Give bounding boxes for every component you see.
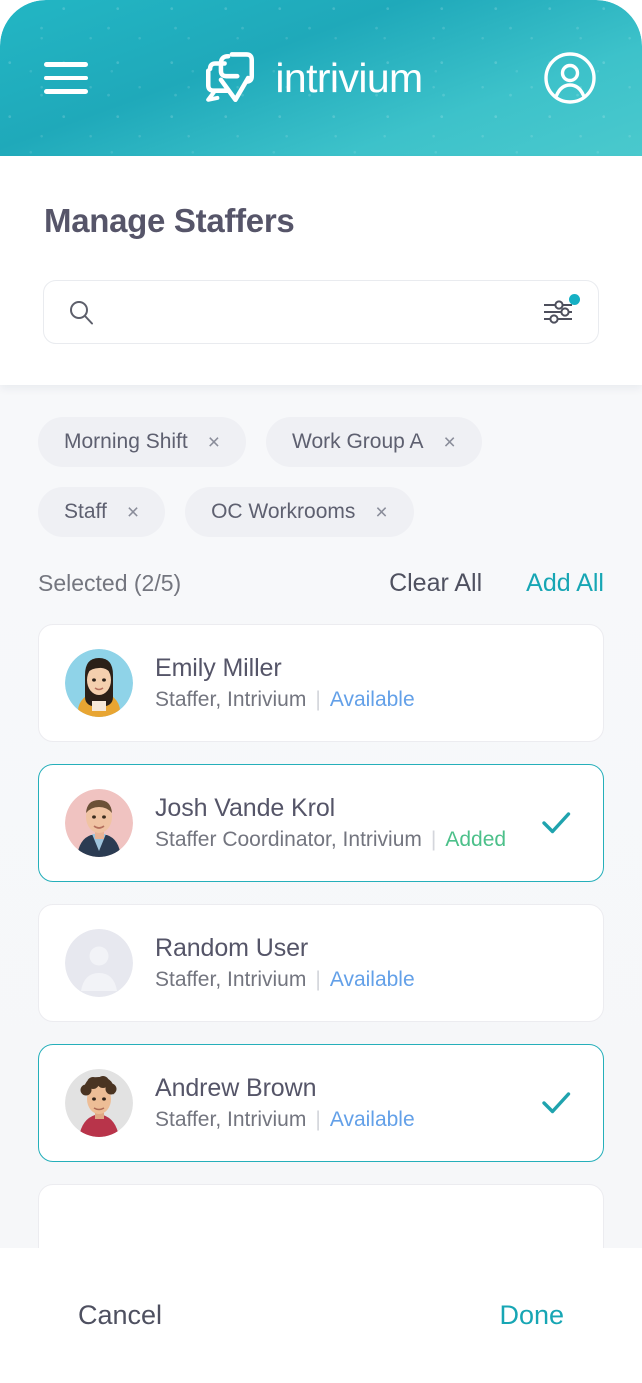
staffer-role: Staffer, Intrivium (155, 1108, 307, 1131)
brand-logo: intrivium (82, 49, 542, 107)
staffer-meta: Staffer, Intrivium | Available (155, 688, 415, 712)
selection-actions: Clear All Add All (389, 569, 604, 598)
avatar (65, 929, 133, 997)
staffer-meta: Staffer, Intrivium | Available (155, 968, 415, 992)
user-circle-icon[interactable] (542, 50, 598, 106)
meta-separator: | (430, 828, 437, 851)
filter-chip-label: Work Group A (292, 430, 424, 453)
status-badge: Available (329, 968, 415, 991)
footer-action-bar: Cancel Done (0, 1248, 642, 1383)
meta-separator: | (315, 688, 321, 711)
add-all-button[interactable]: Add All (526, 569, 604, 598)
brand-name: intrivium (275, 54, 423, 101)
staffer-name: Emily Miller (155, 654, 282, 682)
status-badge: Added (445, 828, 507, 851)
filter-chip[interactable]: Morning Shift × (38, 417, 246, 467)
meta-separator: | (315, 968, 321, 991)
staffer-info: Andrew Brown Staffer, Intrivium | Availa… (155, 1074, 415, 1132)
staffer-info: Josh Vande Krol Staffer Coordinator, Int… (155, 794, 506, 852)
search-bar[interactable] (43, 280, 599, 344)
staffer-info: Emily Miller Staffer, Intrivium | Availa… (155, 654, 415, 712)
intrivium-logo-mark (206, 52, 255, 103)
filter-chip-label: Morning Shift (64, 430, 188, 453)
avatar-photo-josh (65, 789, 133, 857)
page-title: Manage Staffers (44, 202, 295, 239)
staffer-card[interactable]: Josh Vande Krol Staffer Coordinator, Int… (38, 764, 604, 882)
staffer-info: Random User Staffer, Intrivium | Availab… (155, 934, 415, 992)
avatar (65, 789, 133, 857)
filter-chip-label: Staff (64, 500, 107, 523)
staffer-meta: Staffer, Intrivium | Available (155, 1108, 415, 1132)
staffer-list: Emily Miller Staffer, Intrivium | Availa… (0, 598, 642, 1248)
filter-chip[interactable]: OC Workrooms × (185, 487, 414, 537)
clear-all-button[interactable]: Clear All (389, 569, 482, 598)
status-badge: Available (329, 1108, 415, 1131)
staffer-role: Staffer, Intrivium (155, 968, 307, 991)
close-icon[interactable]: × (375, 502, 387, 523)
search-input[interactable] (108, 300, 542, 324)
filter-chip-list: Morning Shift × Work Group A × Staff × O… (0, 385, 642, 537)
done-button[interactable]: Done (499, 1300, 564, 1331)
filter-active-badge (569, 294, 580, 305)
phone-frame: intrivium Manage Staffers Morning Shift … (0, 0, 642, 1383)
avatar-photo-emily (65, 649, 133, 717)
close-icon[interactable]: × (208, 432, 220, 453)
selection-summary-row: Selected (2/5) Clear All Add All (0, 537, 642, 598)
filter-chip[interactable]: Work Group A × (266, 417, 482, 467)
staffer-name: Random User (155, 934, 309, 962)
avatar (65, 649, 133, 717)
staffer-card[interactable]: Andrew Brown Staffer, Intrivium | Availa… (38, 1044, 604, 1162)
status-badge: Available (329, 688, 415, 711)
meta-separator: | (315, 1108, 321, 1131)
app-header: intrivium (0, 0, 642, 156)
staffer-card[interactable]: Emily Miller Staffer, Intrivium | Availa… (38, 624, 604, 742)
filter-chip-label: OC Workrooms (211, 500, 356, 523)
filter-sliders-icon[interactable] (542, 294, 580, 327)
staffer-role: Staffer Coordinator, Intrivium (155, 828, 422, 851)
check-icon[interactable] (539, 1086, 573, 1120)
staffer-role: Staffer, Intrivium (155, 688, 307, 711)
check-icon[interactable] (539, 806, 573, 840)
selected-count-label: Selected (2/5) (38, 570, 182, 596)
avatar (65, 1069, 133, 1137)
cancel-button[interactable]: Cancel (78, 1300, 162, 1331)
avatar-placeholder-icon (65, 929, 133, 997)
search-icon (70, 301, 93, 325)
staffer-card[interactable]: Random User Staffer, Intrivium | Availab… (38, 904, 604, 1022)
staffer-card-partial[interactable] (38, 1184, 604, 1248)
scroll-content[interactable]: Morning Shift × Work Group A × Staff × O… (0, 385, 642, 1248)
staffer-name: Josh Vande Krol (155, 794, 336, 822)
close-icon[interactable]: × (127, 502, 139, 523)
staffer-name: Andrew Brown (155, 1074, 317, 1102)
close-icon[interactable]: × (444, 432, 456, 453)
page-header-panel: Manage Staffers (0, 156, 642, 385)
staffer-meta: Staffer Coordinator, Intrivium | Added (155, 828, 506, 852)
filter-chip[interactable]: Staff × (38, 487, 166, 537)
avatar-photo-andrew (65, 1069, 133, 1137)
